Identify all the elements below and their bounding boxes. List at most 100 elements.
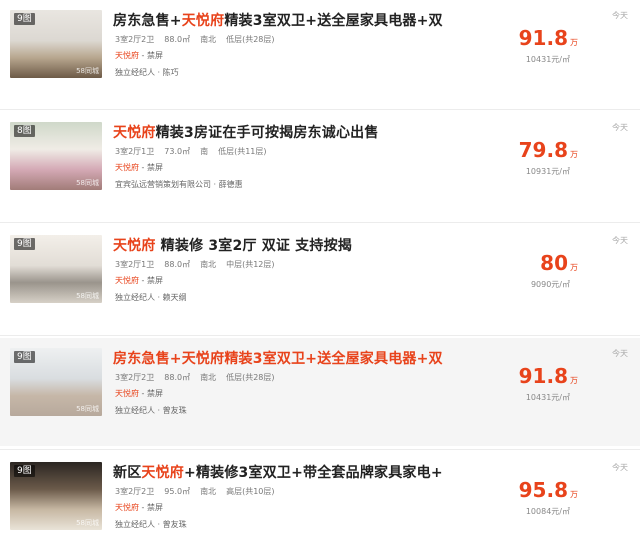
price-unit: 万 xyxy=(570,263,578,272)
total-price: 95.8 万 xyxy=(519,478,578,502)
title-keyword: 天悦府 xyxy=(113,238,156,254)
unit-price: 9090元/㎡ xyxy=(530,280,570,289)
row-divider xyxy=(0,109,640,110)
community-link[interactable]: 天悦府 xyxy=(115,51,139,60)
price-unit: 万 xyxy=(570,376,578,385)
attribute-value: 3室2厅1卫 xyxy=(115,260,155,269)
listing-title-link[interactable]: 房东急售+天悦府精装3室双卫+送全屋家具电器+双 xyxy=(113,348,443,368)
listing-row[interactable]: 9图 58同城 天悦府 精装修 3室2厅 双证 支持按揭 3室2厅1卫 88.0㎡ 南北中… xyxy=(0,225,640,333)
title-text: 新区 xyxy=(113,465,142,481)
title-keyword: 天悦府 xyxy=(141,465,185,481)
community-line: 天悦府 - 禁屏 xyxy=(115,162,163,173)
attribute-value: 3室2厅2卫 xyxy=(115,35,155,44)
listing-row[interactable]: 8图 58同城 天悦府精装3房证在手可按揭房东诚心出售 3室2厅1卫 73.0㎡南低层(… xyxy=(0,112,640,220)
post-date: 今天 xyxy=(612,236,628,245)
listing-title-link[interactable]: 天悦府精装3房证在手可按揭房东诚心出售 xyxy=(113,122,379,142)
attribute-value: 南北 xyxy=(200,487,217,496)
row-divider xyxy=(0,335,640,336)
post-date: 今天 xyxy=(612,123,628,132)
unit-price: 10431元/㎡ xyxy=(525,393,570,402)
community-line: 天悦府 - 禁屏 xyxy=(115,502,163,513)
photo-count-badge: 9图 xyxy=(14,13,35,25)
unit-price: 10431元/㎡ xyxy=(525,55,570,64)
listing-title-link[interactable]: 天悦府 精装修 3室2厅 双证 支持按揭 xyxy=(113,235,352,255)
price-value: 91.8 xyxy=(518,364,568,388)
attribute-value: 中层(共12层) xyxy=(226,260,275,269)
agent-info: 独立经纪人 · 曾友珠 xyxy=(115,406,187,415)
listing-row[interactable]: 9图 58同城 房东急售+天悦府精装3室双卫+送全屋家具电器+双 3室2厅2卫 88.0… xyxy=(0,338,640,446)
photo-count-badge: 9图 xyxy=(14,238,35,250)
attribute-value: 低层(共28层) xyxy=(226,35,275,44)
total-price: 91.8 万 xyxy=(519,364,578,388)
total-price: 79.8 万 xyxy=(519,138,578,162)
attribute-value: 3室2厅1卫 xyxy=(115,147,155,156)
listing-list: 9图 58同城 房东急售+天悦府精装3室双卫+送全屋家具电器+双 3室2厅2卫 88.0… xyxy=(0,0,640,543)
listing-thumbnail[interactable]: 9图 58同城 xyxy=(10,10,102,78)
title-text: 精装3房证在手可按揭房东诚心出售 xyxy=(155,125,379,141)
community-line: 天悦府 - 禁屏 xyxy=(115,388,163,399)
listing-thumbnail[interactable]: 8图 58同城 xyxy=(10,122,102,190)
photo-count-badge: 9图 xyxy=(14,465,35,477)
watermark: 58同城 xyxy=(76,405,99,413)
title-keyword: 天悦府 xyxy=(113,125,156,141)
price-value: 91.8 xyxy=(518,26,568,50)
attribute-value: 73.0㎡ xyxy=(164,147,191,156)
attribute-value: 南 xyxy=(200,147,209,156)
unit-price: 10084元/㎡ xyxy=(525,507,570,516)
row-divider xyxy=(0,222,640,223)
total-price: 80 万 xyxy=(540,251,578,275)
listing-thumbnail[interactable]: 9图 58同城 xyxy=(10,348,102,416)
listing-title-link[interactable]: 新区天悦府+精装修3室双卫+带全套品牌家具家电+ xyxy=(113,462,443,482)
total-price: 91.8 万 xyxy=(519,26,578,50)
watermark: 58同城 xyxy=(76,67,99,75)
attribute-value: 88.0㎡ xyxy=(164,260,191,269)
attribute-value: 高层(共10层) xyxy=(226,487,275,496)
community-link[interactable]: 天悦府 xyxy=(115,163,139,172)
community-link[interactable]: 天悦府 xyxy=(115,503,139,512)
attribute-value: 3室2厅2卫 xyxy=(115,373,155,382)
watermark: 58同城 xyxy=(76,179,99,187)
district-text: - 禁屏 xyxy=(139,389,163,398)
agent-info: 独立经纪人 · 赖天纲 xyxy=(115,293,187,302)
community-line: 天悦府 - 禁屏 xyxy=(115,50,163,61)
agent-info: 独立经纪人 · 陈巧 xyxy=(115,68,179,77)
attribute-value: 南北 xyxy=(200,35,217,44)
community-link[interactable]: 天悦府 xyxy=(115,389,139,398)
attribute-value: 南北 xyxy=(200,373,217,382)
watermark: 58同城 xyxy=(76,519,99,527)
attribute-value: 南北 xyxy=(200,260,217,269)
agent-info: 宜宾弘远营销策划有限公司 · 薛德惠 xyxy=(115,180,243,189)
price-value: 79.8 xyxy=(518,138,568,162)
price-unit: 万 xyxy=(570,38,578,47)
price-unit: 万 xyxy=(570,150,578,159)
attribute-value: 95.0㎡ xyxy=(164,487,191,496)
district-text: - 禁屏 xyxy=(139,51,163,60)
title-keyword: 房东急售+天悦府精装3室双卫+送全屋家具电器+双 xyxy=(113,351,443,367)
listing-thumbnail[interactable]: 9图 58同城 xyxy=(10,462,102,530)
listing-row[interactable]: 9图 58同城 新区天悦府+精装修3室双卫+带全套品牌家具家电+ 3室2厅2卫 95.0… xyxy=(0,452,640,543)
post-date: 今天 xyxy=(612,349,628,358)
title-text: 精装3室双卫+送全屋家具电器+双 xyxy=(224,13,443,29)
unit-price: 10931元/㎡ xyxy=(525,167,570,176)
listing-attributes: 3室2厅2卫 95.0㎡ 南北 高层(共10层) xyxy=(115,486,285,497)
listing-title-link[interactable]: 房东急售+天悦府精装3室双卫+送全屋家具电器+双 xyxy=(113,10,443,30)
listing-attributes: 3室2厅2卫 88.0㎡ 南北 低层(共28层) xyxy=(115,34,285,45)
post-date: 今天 xyxy=(612,463,628,472)
agent-info: 独立经纪人 · 曾友珠 xyxy=(115,520,187,529)
attribute-value: 低层(共11层) xyxy=(218,147,267,156)
row-divider xyxy=(0,449,640,450)
listing-thumbnail[interactable]: 9图 58同城 xyxy=(10,235,102,303)
price-unit: 万 xyxy=(570,490,578,499)
price-value: 80 xyxy=(540,251,568,275)
attribute-value: 低层(共28层) xyxy=(226,373,275,382)
attribute-value: 88.0㎡ xyxy=(164,35,191,44)
attribute-value: 3室2厅2卫 xyxy=(115,487,155,496)
listing-row[interactable]: 9图 58同城 房东急售+天悦府精装3室双卫+送全屋家具电器+双 3室2厅2卫 88.0… xyxy=(0,0,640,106)
photo-count-badge: 9图 xyxy=(14,351,35,363)
post-date: 今天 xyxy=(612,11,628,20)
photo-count-badge: 8图 xyxy=(14,125,35,137)
listing-attributes: 3室2厅2卫 88.0㎡ 南北 低层(共28层) xyxy=(115,372,285,383)
community-link[interactable]: 天悦府 xyxy=(115,276,139,285)
district-text: - 禁屏 xyxy=(139,503,163,512)
listing-attributes: 3室2厅1卫 73.0㎡南低层(共11层) xyxy=(115,146,277,157)
